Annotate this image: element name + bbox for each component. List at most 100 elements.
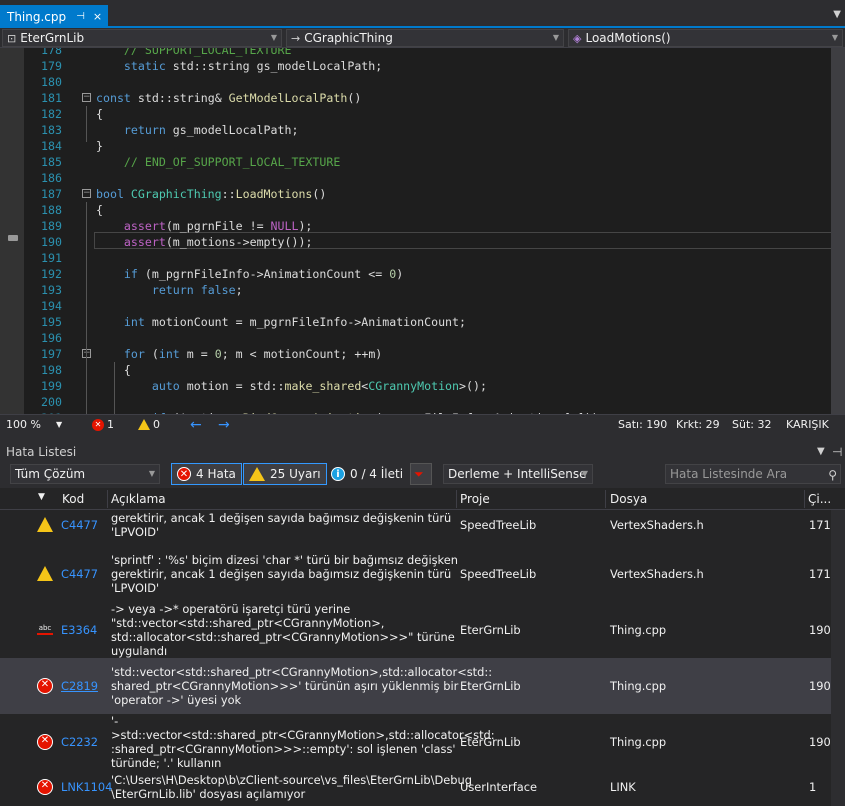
code-text: }	[96, 139, 103, 153]
vertical-scrollbar[interactable]	[831, 48, 845, 414]
line-cell: 1	[809, 780, 817, 794]
grid-scrollbar[interactable]	[831, 510, 845, 806]
line-number: 182	[41, 107, 62, 121]
pin-icon[interactable]: ⊣	[832, 442, 842, 462]
build-source-combo[interactable]: Derleme + IntelliSense ▼	[443, 464, 593, 484]
code-line[interactable]: 182 {	[0, 106, 845, 122]
editor-status-row: 100 % ▼ ✕ 1 0 ← → Satı: 190 Krkt: 29 Süt…	[0, 414, 845, 434]
code-line[interactable]: 179 static std::string gs_modelLocalPath…	[0, 58, 845, 74]
pin-icon[interactable]: ⊣	[76, 11, 85, 22]
code-line[interactable]: 191	[0, 250, 845, 266]
warning-count[interactable]: 0	[153, 418, 160, 431]
error-description-line: uygulandı	[111, 644, 168, 658]
warnings-filter-button[interactable]: 25 Uyarı	[243, 463, 327, 485]
close-icon[interactable]: ×	[93, 10, 102, 23]
code-line[interactable]: 198 {	[0, 362, 845, 378]
code-line[interactable]: 189 assert(m_pgrnFile != NULL);	[0, 218, 845, 234]
file-cell: Thing.cpp	[610, 623, 667, 637]
code-line[interactable]: 192 if (m_pgrnFileInfo->AnimationCount <…	[0, 266, 845, 282]
scope-combo[interactable]: → CGraphicThing ▼	[286, 29, 564, 47]
code-line[interactable]: 184}	[0, 138, 845, 154]
code-editor[interactable]: 178 // SUPPORT_LOCAL_TEXTURE 179 static s…	[0, 48, 845, 414]
code-line[interactable]: 200	[0, 394, 845, 410]
indent-guide	[114, 362, 115, 414]
error-code-link[interactable]: C2232	[61, 735, 98, 749]
code-line[interactable]: 187 − bool CGraphicThing::LoadMotions()	[0, 186, 845, 202]
chevron-down-icon: ▼	[148, 469, 155, 478]
arrow-right-icon[interactable]: →	[218, 417, 230, 433]
error-row[interactable]: ✕ LNK1104 'C:\Users\H\Desktop\b\zClient-so…	[0, 770, 845, 804]
error-row[interactable]: ✕ C2819 'std::vector<std::shared_ptr<CGran…	[0, 658, 845, 714]
error-description-line: türünde; '.' kullanın	[111, 756, 222, 770]
chevron-down-icon[interactable]: ▼	[56, 420, 62, 429]
project-combo[interactable]: ⊡ EterGrnLib ▼	[2, 29, 282, 47]
info-icon: i	[331, 467, 345, 481]
error-icon: ✕	[37, 678, 53, 694]
error-code-link[interactable]: E3364	[61, 623, 97, 637]
error-code-link[interactable]: C4477	[61, 518, 98, 532]
error-row[interactable]: ✕ C2232 '- >std::vector<std::shared_ptr<CGr…	[0, 714, 845, 770]
line-number: 193	[41, 283, 62, 297]
error-description-line: gerektirir, ancak 1 değişen sayıda bağım…	[111, 567, 452, 581]
code-line[interactable]: 188 {	[0, 202, 845, 218]
code-text: return false;	[151, 283, 243, 297]
collapse-icon[interactable]: −	[82, 189, 91, 198]
code-line[interactable]: 190 assert(m_motions->empty());	[0, 234, 845, 250]
code-line[interactable]: 180	[0, 74, 845, 90]
indent-guide	[86, 202, 87, 414]
project-combo-value: EterGrnLib	[20, 31, 85, 45]
line-number: 180	[41, 75, 62, 89]
code-line[interactable]: 183 return gs_modelLocalPath;	[0, 122, 845, 138]
error-icon: ✕	[37, 779, 53, 795]
code-line[interactable]: 199 auto motion = std::make_shared<CGran…	[0, 378, 845, 394]
filter-button[interactable]: ⏷	[410, 463, 432, 485]
chevron-down-icon: ▼	[270, 33, 277, 42]
errors-filter-button[interactable]: ✕ 4 Hata	[171, 463, 242, 485]
line-number: 187	[41, 187, 62, 201]
arrow-left-icon[interactable]: ←	[190, 417, 202, 433]
line-ending-indicator[interactable]: KARIŞIK	[786, 418, 829, 431]
code-line[interactable]: 193 return false;	[0, 282, 845, 298]
zoom-level[interactable]: 100 %	[6, 418, 41, 431]
panel-title: Hata Listesi	[6, 445, 77, 459]
char-indicator: Krkt: 29	[676, 418, 720, 431]
error-count[interactable]: 1	[107, 418, 114, 431]
code-line[interactable]: 196	[0, 330, 845, 346]
line-number: 195	[41, 315, 62, 329]
sort-icon[interactable]: ▼	[38, 492, 45, 502]
error-code-link[interactable]: C2819	[61, 679, 98, 693]
error-description-line: 'C:\Users\H\Desktop\b\zClient-source\vs_…	[111, 773, 472, 787]
error-code-link[interactable]: LNK1104	[61, 780, 112, 794]
scope-filter-combo[interactable]: Tüm Çözüm ▼	[10, 464, 160, 484]
code-line[interactable]: 185 // END_OF_SUPPORT_LOCAL_TEXTURE	[0, 154, 845, 170]
error-list-toolbar: Tüm Çözüm ▼ ✕ 4 Hata 25 Uyarı i 0 / 4 İl…	[0, 462, 845, 488]
code-line[interactable]: 194	[0, 298, 845, 314]
code-line[interactable]: 178 // SUPPORT_LOCAL_TEXTURE	[0, 48, 845, 58]
code-line[interactable]: 197− for (int m = 0; m < motionCount; ++…	[0, 346, 845, 362]
member-combo[interactable]: ◈ LoadMotions() ▼	[568, 29, 843, 47]
errors-filter-label: 4 Hata	[196, 467, 236, 481]
messages-filter-button[interactable]: i 0 / 4 İleti	[325, 463, 409, 485]
code-text: bool CGraphicThing::LoadMotions()	[96, 187, 327, 201]
project-cell: UserInterface	[460, 780, 537, 794]
error-row[interactable]: abc E3364 -> veya ->* operatörü işaretçi t…	[0, 602, 845, 658]
tab-title: Thing.cpp	[7, 9, 67, 24]
error-row[interactable]: C4477 'sprintf' : '%s' biçim dizesi 'char…	[0, 546, 845, 602]
warning-icon	[249, 467, 265, 481]
file-cell: VertexShaders.h	[610, 567, 704, 581]
error-code-link[interactable]: C4477	[61, 567, 98, 581]
error-description-line: std::allocator<std::shared_ptr<CGrannyMo…	[111, 630, 455, 644]
error-list-search-input[interactable]: Hata Listesinde Ara ⚲	[665, 464, 841, 484]
code-line[interactable]: 186	[0, 170, 845, 186]
filter-icon: ⏷	[414, 466, 424, 481]
chevron-down-icon[interactable]: ▼	[817, 442, 825, 462]
chevron-down-icon[interactable]: ▼	[833, 9, 841, 20]
code-line[interactable]: 181 − const std::string& GetModelLocalPath…	[0, 90, 845, 106]
panel-splitter[interactable]	[0, 434, 845, 442]
code-line[interactable]: 195 int motionCount = m_pgrnFileInfo->An…	[0, 314, 845, 330]
search-icon[interactable]: ⚲	[828, 466, 837, 484]
collapse-icon[interactable]: −	[82, 93, 91, 102]
error-row[interactable]: C4477 gerektirir, ancak 1 değişen sayıda …	[0, 504, 845, 546]
error-icon: ✕	[177, 467, 191, 481]
tab-thing-cpp[interactable]: Thing.cpp ⊣ ×	[0, 5, 108, 28]
